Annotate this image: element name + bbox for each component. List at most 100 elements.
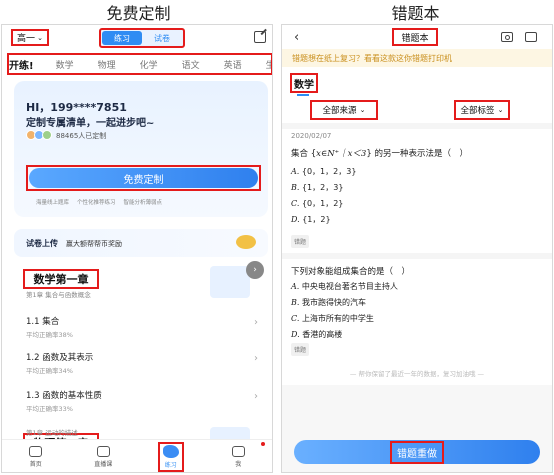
free-customize-button-frame: 免费定制 [26,165,261,191]
chevron-right-icon[interactable]: › [254,391,258,402]
mistake-tag: 错题 [291,343,310,356]
upload-subtitle: 赢大额帮帮币奖励 [66,240,122,248]
chevron-right-icon[interactable]: › [254,353,258,364]
camera-icon[interactable] [501,32,513,42]
stem-prefix: 集合 { [291,149,317,159]
chapter-subtitle: 第1章 集合与函数概念 [26,291,91,299]
tag-filter[interactable]: 全部标签 ⌄ [454,100,510,120]
option: C. {0，1，2} [291,198,343,209]
option-text: 中央电视台著名节目主持人 [301,282,398,291]
option-label: B. [291,298,300,307]
tab-practice-nav[interactable]: 练习 [137,440,205,472]
question-stem[interactable]: 集合 {x∈N⁺｜x＜3} 的另一种表示法是（ ） [291,147,468,159]
feature-item: 智能分析薄弱点 [123,200,163,206]
left-caption: 免费定制 [106,4,171,23]
printer-notice[interactable]: 错题想在纸上复习？看看这款这你错题打印机 [282,49,552,67]
stem-math: x∈N⁺｜x＜3 [316,149,367,159]
next-chapter-icon[interactable]: › [246,261,264,279]
chevron-down-icon: ⌄ [359,106,366,114]
section-rate: 平均正确率33% [26,405,73,413]
option: D. 香港的高楼 [291,329,342,340]
option: A. 中央电视台著名节目主持人 [291,281,398,292]
home-icon [29,445,43,457]
paper-upload-card[interactable]: 试卷上传 赢大额帮帮币奖励 [14,229,268,257]
subject-tab[interactable]: 英语 [224,58,242,71]
tab-label: 我 [235,460,242,468]
option-text: 我市跑得快的汽车 [301,298,366,307]
tab-label: 首页 [29,460,42,468]
chapter-subtitle: 第1章 运动的描述 [26,429,78,437]
chevron-right-icon[interactable]: › [254,317,258,328]
back-icon[interactable]: ‹ [294,30,299,45]
subject-tab[interactable]: 物理 [98,58,116,71]
option-text: 上海市所有的中学生 [301,314,374,323]
tab-label: 练习 [164,461,177,469]
free-customize-button[interactable]: 免费定制 [29,168,258,188]
subject-tab-math[interactable]: 数学 [290,73,318,93]
grade-selector[interactable]: 高一 ⌄ [11,29,49,46]
subject-tabs: 开练! 数学 物理 化学 语文 英语 生物 [7,53,272,75]
customize-banner: HI，199****7851 定制专属清单，一起进步吧~ 88465人已定制 免… [14,81,268,217]
feature-item: 海量线上题库 [36,200,70,206]
question-date: 2020/02/07 [291,132,332,140]
chevron-down-icon: ⌄ [497,106,504,114]
mode-toggle[interactable]: 练习 试卷 [99,28,185,48]
active-tab-highlight: 练习 [157,441,184,472]
subject-tab[interactable]: 语文 [182,58,200,71]
option: C. 上海市所有的中学生 [291,313,374,324]
stem-suffix: } 的另一种表示法是（ ） [366,149,468,159]
active-indicator [297,94,309,96]
option-text: {1，2，3} [301,183,344,192]
page-title: 错题本 [392,28,438,46]
redo-mistakes-button[interactable]: 错题重做 [294,440,540,464]
chevron-down-icon: ⌄ [37,33,43,42]
chapter-card-math: 数学第一章 第1章 集合与函数概念 › 1.1 集合 平均正确率38% › 1.… [14,261,268,421]
subject-tab[interactable]: 化学 [140,58,158,71]
tag-filter-label: 全部标签 [460,106,495,116]
section-name[interactable]: 1.3 函数的基本性质 [26,389,102,401]
option: D. {1，2} [291,214,331,225]
mistake-book-screen: ‹ 错题本 错题想在纸上复习？看看这款这你错题打印机 数学 全部来源 ⌄ 全部标… [281,24,553,473]
study-illustration [210,266,250,298]
bottom-tab-bar: 首页 直播课 练习 我 [2,439,272,472]
option-label: D. [291,215,300,224]
banner-subtitle: 定制专属清单，一起进步吧~ [26,118,155,129]
tab-live[interactable]: 直播课 [70,440,138,472]
feature-item: 个性化推荐练习 [77,200,116,206]
subject-tab[interactable]: 开练! [9,57,34,72]
divider [282,253,552,259]
avatar-group [26,130,54,140]
video-icon [96,445,110,457]
tab-practice[interactable]: 练习 [102,31,142,45]
option-text: {0，1，2，3} [301,167,357,176]
section-name[interactable]: 1.1 集合 [26,315,59,327]
divider [282,123,552,129]
right-caption: 错题本 [391,4,440,23]
profile-icon [231,445,245,457]
tab-label: 直播课 [94,460,113,468]
retention-note: — 帮你保留了最近一年的数据，复习加油哦 — [349,370,485,378]
notification-dot [261,442,265,446]
option-text: {0，1，2} [301,199,344,208]
option-label: D. [291,330,300,339]
subject-tab[interactable]: 生物 [266,58,271,71]
question-stem[interactable]: 下列对象能组成集合的是（ ） [291,265,410,277]
feature-list: 海量线上题库 个性化推荐练习 智能分析薄弱点 [36,198,162,206]
subject-tab[interactable]: 数学 [56,58,74,71]
source-filter[interactable]: 全部来源 ⌄ [310,100,378,120]
option-label: A. [291,167,300,176]
tab-home[interactable]: 首页 [2,440,70,472]
redo-label: 错题重做 [390,440,444,464]
customized-count: 88465人已定制 [56,132,107,140]
upload-title: 试卷上传 [26,239,58,248]
source-filter-label: 全部来源 [322,106,357,116]
option: A. {0，1，2，3} [291,166,356,177]
tab-paper[interactable]: 试卷 [142,31,182,45]
edit-icon[interactable] [254,31,266,43]
folder-icon[interactable] [525,32,537,42]
section-name[interactable]: 1.2 函数及其表示 [26,351,93,363]
greeting: HI，199****7851 [26,101,127,114]
section-rate: 平均正确率34% [26,367,73,375]
chapter-title: 数学第一章 [23,269,99,289]
practice-screen: 高一 ⌄ 练习 试卷 开练! 数学 物理 化学 语文 英语 生物 HI，199*… [1,24,273,473]
